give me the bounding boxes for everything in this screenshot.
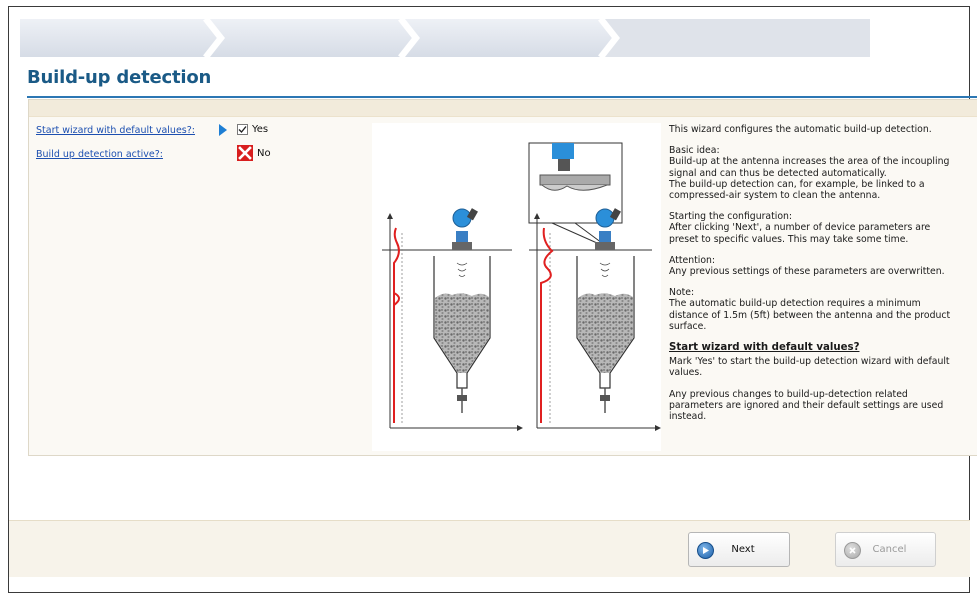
wizard-step-4 xyxy=(605,19,870,57)
help-note: Note: The automatic build-up detection r… xyxy=(669,287,951,332)
button-bar xyxy=(9,520,970,577)
help-attention: Attention: Any previous settings of thes… xyxy=(669,254,945,278)
help-starting: Starting the configuration: After clicki… xyxy=(669,211,931,245)
cancel-button[interactable]: Cancel xyxy=(835,532,936,567)
help-previous-changes: Any previous changes to build-up-detecti… xyxy=(669,388,944,423)
checkmark-icon[interactable] xyxy=(237,124,248,135)
build-up-active-value[interactable]: No xyxy=(237,145,271,161)
parameter-panel: Start wizard with default values?: Build… xyxy=(28,99,977,456)
illustration-clean-antenna xyxy=(382,208,523,431)
panel-header-band xyxy=(29,100,977,117)
start-wizard-value-text: Yes xyxy=(252,124,269,135)
wizard-steps xyxy=(20,19,870,57)
help-heading: Start wizard with default values? xyxy=(669,342,860,354)
build-up-active-value-text: No xyxy=(257,147,271,159)
illustration-build-up-antenna xyxy=(528,142,661,431)
param-label-build-up-active[interactable]: Build up detection active?: xyxy=(36,149,163,160)
help-mark-yes: Mark 'Yes' to start the build-up detecti… xyxy=(669,356,950,379)
red-x-icon[interactable] xyxy=(237,145,253,161)
help-basic-idea: Basic idea: Build-up at the antenna incr… xyxy=(669,145,950,202)
cancel-button-label: Cancel xyxy=(872,544,907,555)
next-button[interactable]: Next xyxy=(688,532,790,567)
wizard-step-3 xyxy=(405,19,615,57)
wizard-step-1 xyxy=(20,19,220,57)
page-title: Build-up detection xyxy=(27,67,212,88)
help-intro: This wizard configures the automatic bui… xyxy=(669,124,932,135)
next-button-label: Next xyxy=(731,544,755,555)
build-up-illustration xyxy=(372,123,661,451)
wizard-step-2 xyxy=(210,19,415,57)
help-text: This wizard configures the automatic bui… xyxy=(669,124,959,432)
current-selection-arrow-icon xyxy=(219,124,227,136)
start-wizard-value[interactable]: Yes xyxy=(237,124,268,135)
title-divider xyxy=(27,96,977,98)
param-label-start-wizard[interactable]: Start wizard with default values?: xyxy=(36,125,195,136)
